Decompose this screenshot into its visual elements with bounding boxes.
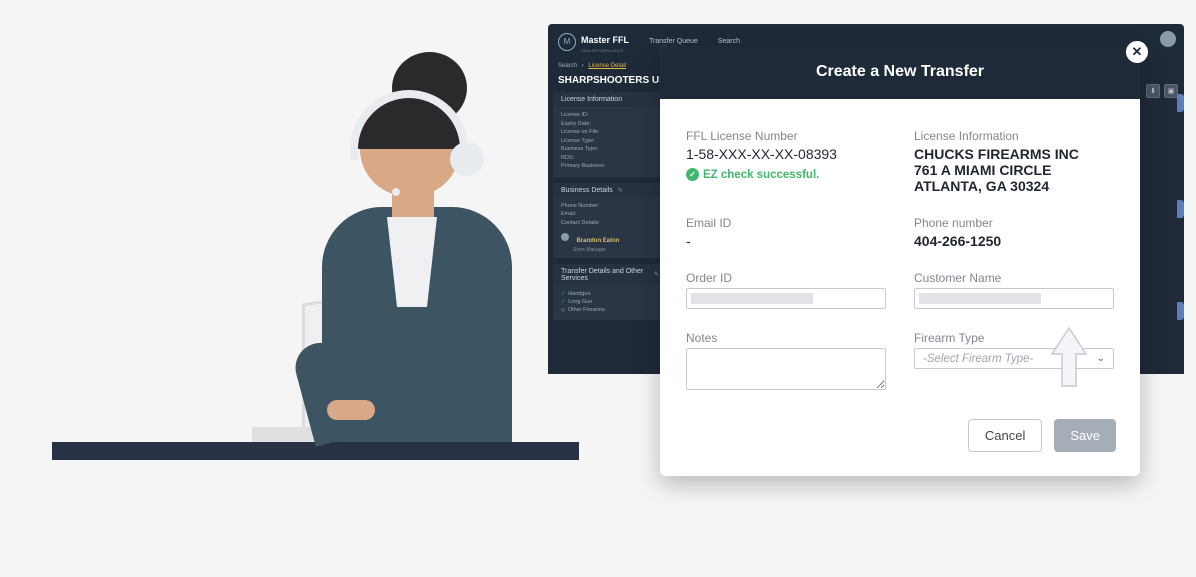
notes-label: Notes [686,331,886,345]
user-avatar[interactable] [1160,31,1176,47]
customer-name-label: Customer Name [914,271,1114,285]
cancel-button[interactable]: Cancel [968,419,1042,452]
license-info-section: License Information CHUCKS FIREARMS INC … [914,129,1114,194]
logo-icon: M [558,33,576,51]
modal-header: Create a New Transfer ✕ [660,45,1140,99]
panel-edge [1177,94,1184,112]
notes-field: Notes [686,331,886,395]
email-section: Email ID - [686,216,886,249]
phone-label: Phone number [914,216,1114,230]
detail-row: Expiry Date: [561,121,659,127]
panel-edge [1177,302,1184,320]
nav-search[interactable]: Search [718,38,740,45]
phone-value: 404-266-1250 [914,233,1114,249]
edit-icon[interactable]: ✎ [618,187,623,194]
order-id-input[interactable] [686,288,886,309]
avatar-icon [561,233,569,241]
save-button[interactable]: Save [1054,419,1116,452]
transfer-item: ✓Long Gun [561,299,659,305]
firearm-type-placeholder: -Select Firearm Type- [923,353,1033,365]
nav-transfer-queue[interactable]: Transfer Queue [649,38,698,45]
email-value: - [686,233,886,249]
order-id-label: Order ID [686,271,886,285]
company-name: SHARPSHOOTERS USA [558,75,673,86]
success-icon: ✓ [686,168,699,181]
detail-row: Phone Number: [561,203,659,209]
create-transfer-modal: Create a New Transfer ✕ FFL License Numb… [660,45,1140,476]
customer-name-field: Customer Name [914,271,1114,309]
ffl-label: FFL License Number [686,129,886,143]
ez-check-status: ✓ EZ check successful. [686,168,886,181]
detail-row: Primary Business: [561,163,659,169]
license-info-header: License Information [553,92,667,107]
firearm-type-field: Firearm Type -Select Firearm Type- ⌄ [914,331,1114,395]
edit-icon[interactable]: ✎ [654,271,659,278]
email-label: Email ID [686,216,886,230]
license-addr2: ATLANTA, GA 30324 [914,178,1114,194]
phone-section: Phone number 404-266-1250 [914,216,1114,249]
transfer-item: ◇Other Firearms [561,307,659,313]
notes-input[interactable] [686,348,886,390]
check-icon: ✓ [561,291,565,297]
transfer-item: ✓Handgun [561,291,659,297]
detail-row: License ID: [561,112,659,118]
business-details-section: Business Details ✎ Phone Number: Email: … [553,183,667,258]
download-icon[interactable]: ⬇ [1146,84,1160,98]
detail-row: Email: [561,211,659,217]
brand-sub: DEALERCOMPLIANCE [581,48,629,53]
breadcrumb-root[interactable]: Search [558,63,577,69]
brand-name: Master FFL [581,35,629,45]
license-name: CHUCKS FIREARMS INC [914,146,1114,162]
check-icon: ✓ [561,299,565,305]
modal-title: Create a New Transfer [816,63,984,80]
firearm-type-select[interactable]: -Select Firearm Type- ⌄ [914,348,1114,369]
toolbar-icons: ⬇ ▣ [1146,84,1178,98]
save-icon[interactable]: ▣ [1164,84,1178,98]
panel-edge [1177,200,1184,218]
detail-row: RDS: [561,155,659,161]
close-icon[interactable]: ✕ [1124,39,1150,65]
order-id-field: Order ID [686,271,886,309]
detail-row: License Type: [561,138,659,144]
modal-footer: Cancel Save [660,415,1140,476]
detail-row: Business Type: [561,146,659,152]
chevron-down-icon: ⌄ [1097,353,1105,364]
license-info-label: License Information [914,129,1114,143]
contact-name: Brandon Eaton [576,238,619,244]
business-details-header: Business Details ✎ [553,183,667,198]
illustration-agent [52,45,579,460]
license-addr1: 761 A MIAMI CIRCLE [914,162,1114,178]
transfer-details-section: Transfer Details and Other Services ✎ ✓H… [553,264,667,320]
license-info-section: License Information License ID: Expiry D… [553,92,667,177]
customer-name-input[interactable] [914,288,1114,309]
detail-row: License on File: [561,129,659,135]
ffl-section: FFL License Number 1-58-XXX-XX-XX-08393 … [686,129,886,194]
warning-icon: ◇ [561,307,565,313]
firearm-type-label: Firearm Type [914,331,1114,345]
brand-logo: M Master FFL DEALERCOMPLIANCE [558,30,629,53]
detail-row: Contact Details: [561,220,659,226]
contact-role: Store Manager [573,247,659,253]
transfer-details-header: Transfer Details and Other Services ✎ [553,264,667,286]
breadcrumb-current[interactable]: License Detail [588,63,626,69]
ffl-value: 1-58-XXX-XX-XX-08393 [686,146,886,162]
